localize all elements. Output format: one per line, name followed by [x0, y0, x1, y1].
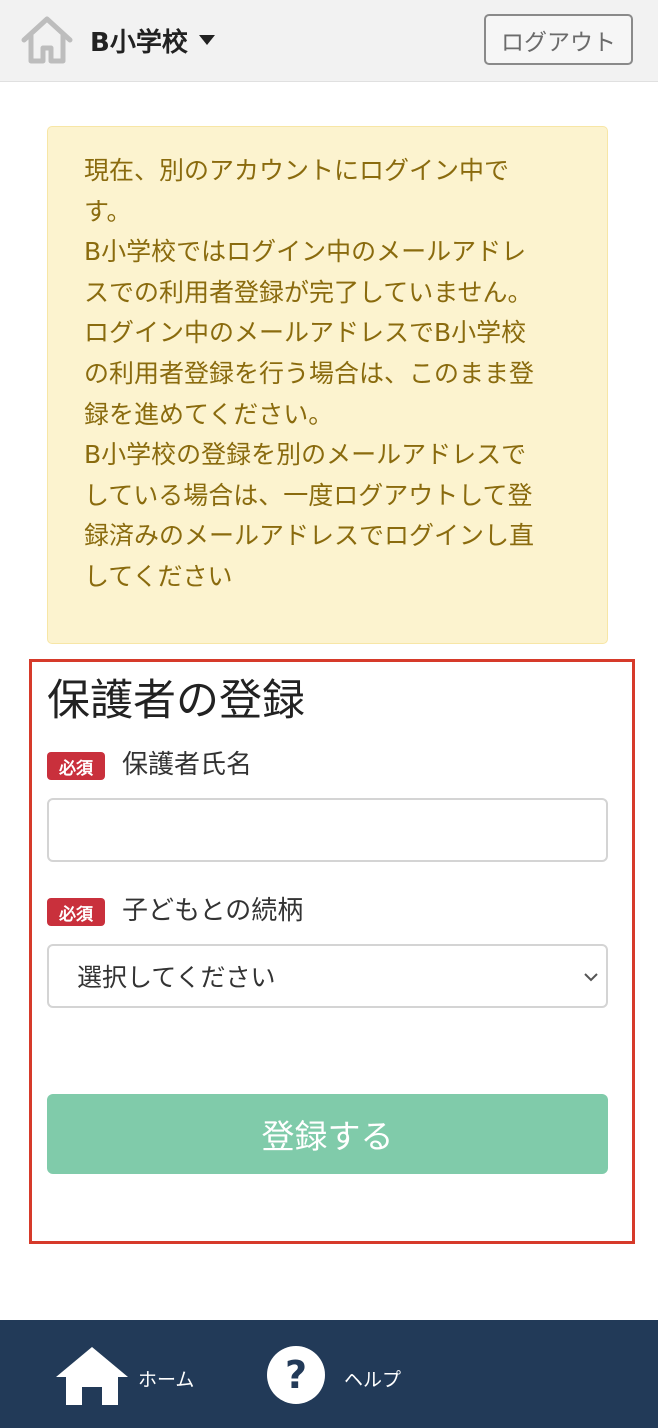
alert-line: ログイン中のメールアドレスでB小学校 [84, 318, 527, 348]
alert-line: している場合は、一度ログアウトして登 [84, 480, 533, 510]
form-title: 保護者の登録 [47, 676, 305, 726]
chevron-down-icon [584, 973, 598, 982]
required-badge: 必須 [47, 752, 105, 780]
nav-home[interactable]: ホーム [56, 1345, 196, 1407]
relationship-selected-value: 選択してください [77, 963, 276, 992]
alert-line: 現在、別のアカウントにログイン中で [84, 156, 510, 185]
guardian-name-label: 保護者氏名 [122, 750, 253, 780]
alert-line: 録を進めてください。 [84, 399, 334, 429]
alert-line: B小学校の登録を別のメールアドレスで [84, 440, 527, 470]
guardian-name-input[interactable] [47, 798, 608, 862]
alert-line: の利用者登録を行う場合は、このまま登 [84, 358, 535, 388]
alert-line: B小学校ではログイン中のメールアドレ [84, 237, 527, 267]
required-badge: 必須 [47, 898, 105, 926]
alert-line: スでの利用者登録が完了していません。 [84, 277, 533, 307]
nav-help[interactable]: ? ヘルプ [266, 1345, 406, 1407]
alert-line: してください [84, 561, 233, 591]
alert-line: す。 [84, 196, 132, 226]
school-switcher[interactable]: B小学校 [90, 22, 216, 58]
nav-home-label: ホーム [138, 1369, 195, 1391]
home-icon [56, 1347, 128, 1405]
school-name: B小学校 [90, 27, 188, 58]
svg-text:?: ? [285, 1353, 307, 1397]
relationship-select[interactable]: 選択してください [47, 944, 608, 1008]
submit-button[interactable]: 登録する [47, 1094, 608, 1174]
nav-help-label: ヘルプ [344, 1369, 402, 1391]
alert-line: 録済みのメールアドレスでログインし直 [84, 521, 535, 551]
relationship-label: 子どもとの続柄 [122, 896, 304, 926]
home-icon[interactable] [20, 14, 74, 66]
caret-down-icon [198, 35, 215, 45]
logout-button[interactable]: ログアウト [484, 14, 633, 65]
help-icon: ? [267, 1346, 325, 1404]
app-header: B小学校 ログアウト [0, 0, 658, 82]
login-warning-alert: 現在、別のアカウントにログイン中で す。 B小学校ではログイン中のメールアドレ … [47, 126, 608, 644]
